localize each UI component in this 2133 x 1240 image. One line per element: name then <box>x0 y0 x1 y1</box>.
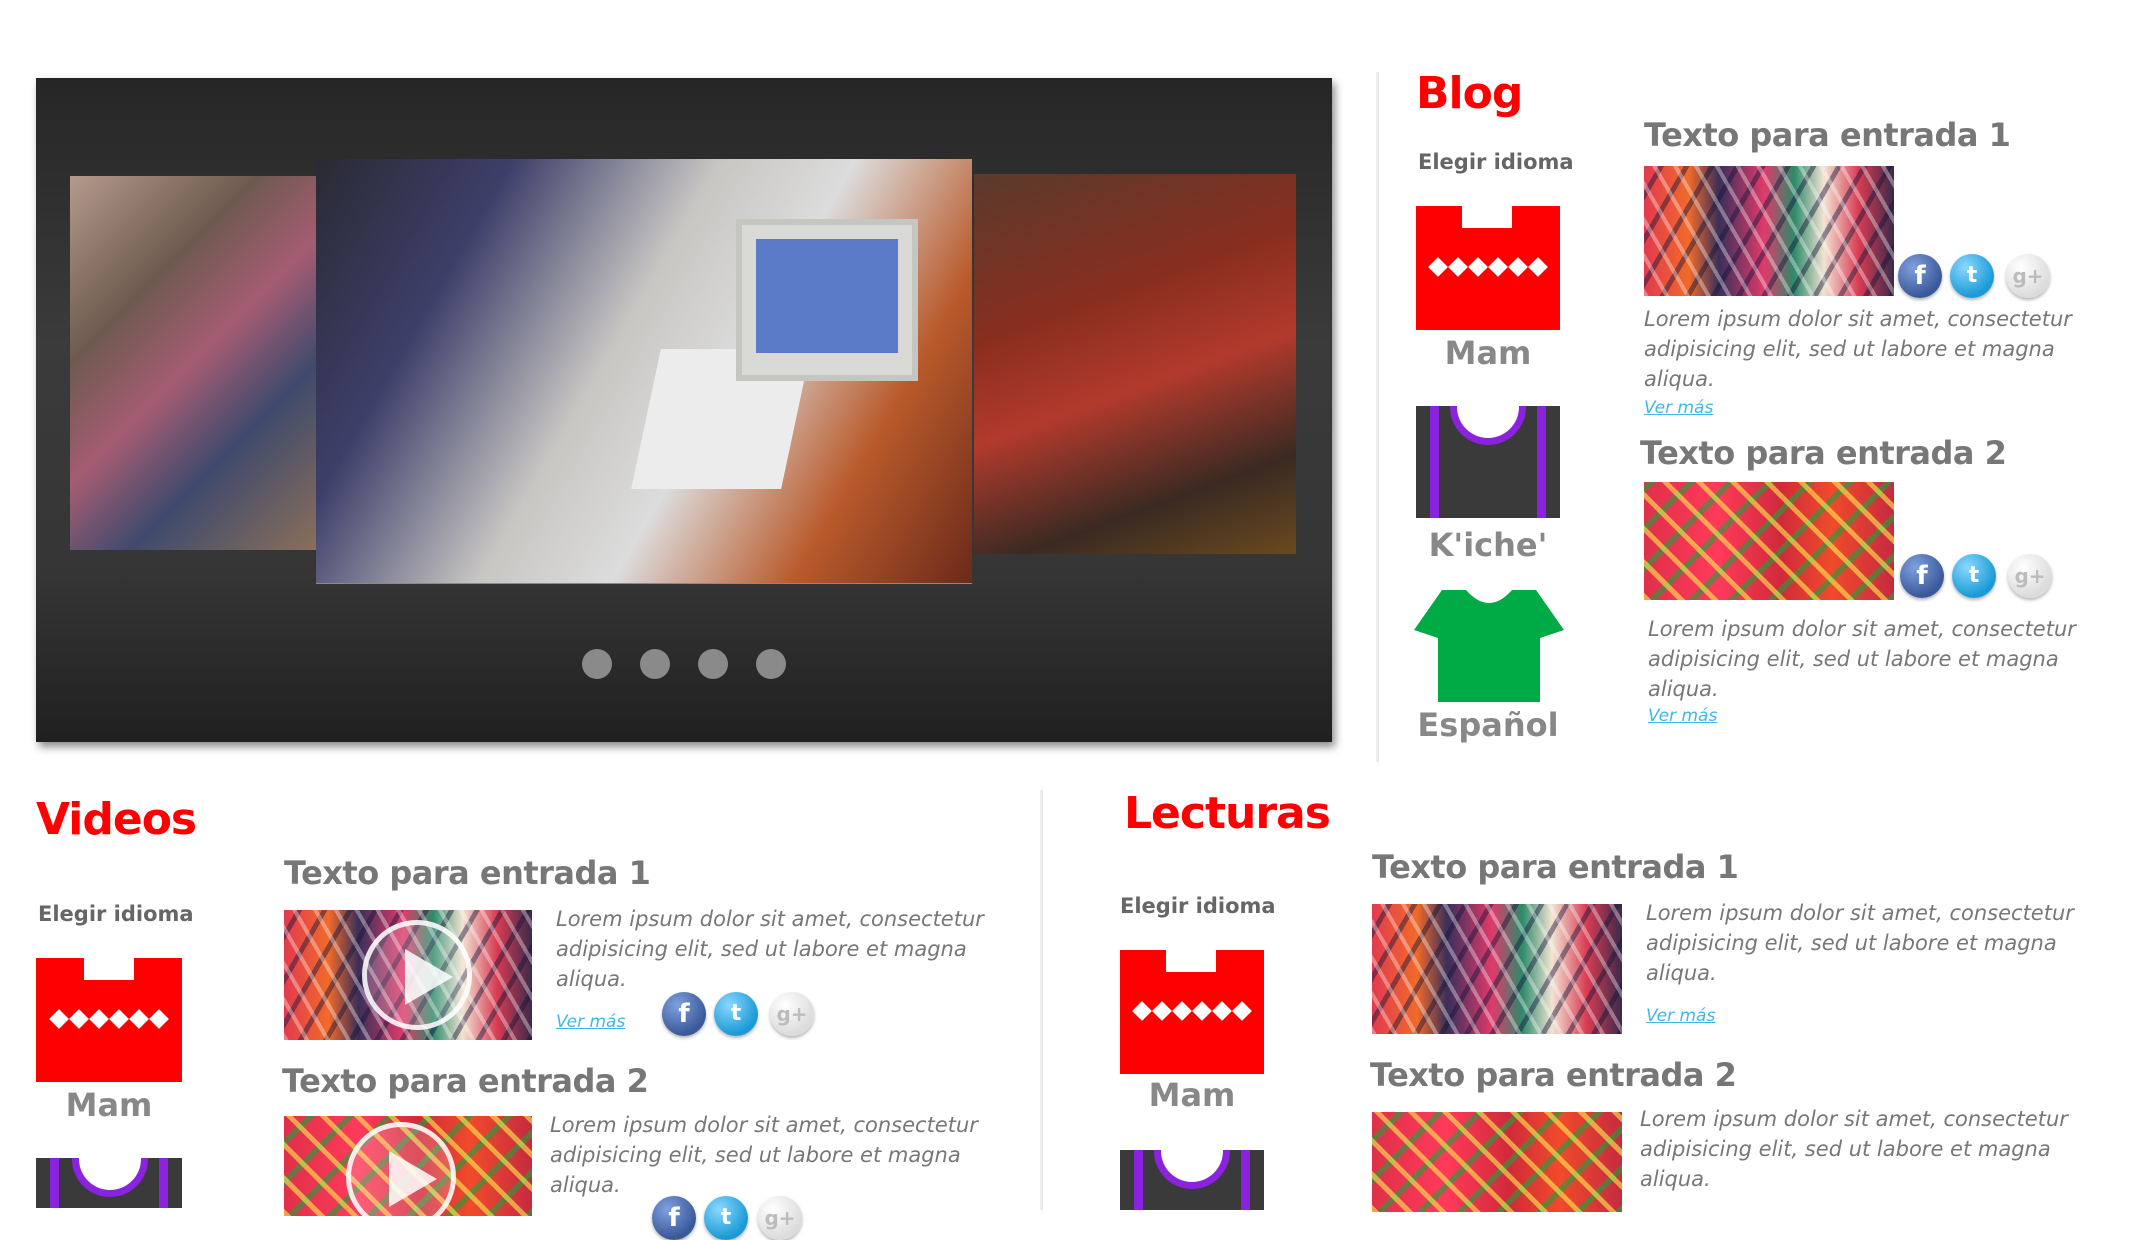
videos-title: Videos <box>36 794 197 845</box>
facebook-icon[interactable]: f <box>1898 254 1942 298</box>
videos-choose-language: Elegir idioma <box>38 902 194 926</box>
blog-entry-2-more-link[interactable]: Ver más <box>1648 706 1717 726</box>
lecturas-entry-1-text: Lorem ipsum dolor sit amet, consectetur … <box>1646 901 2074 985</box>
blog-entry-1-image[interactable] <box>1644 166 1894 296</box>
slider-dot-3[interactable] <box>698 649 728 679</box>
blog-entry-2-image[interactable] <box>1644 482 1894 600</box>
blog-entry-2-text: Lorem ipsum dolor sit amet, consectetur … <box>1648 617 2076 701</box>
lecturas-choose-language: Elegir idioma <box>1120 894 1276 918</box>
lang-label-espanol[interactable]: Español <box>1416 706 1560 744</box>
slider-dot-1[interactable] <box>582 649 612 679</box>
blog-entry-2-title[interactable]: Texto para entrada 2 <box>1640 434 2007 472</box>
videos-divider <box>1040 790 1043 1210</box>
play-icon[interactable] <box>362 920 472 1030</box>
lang-label-mam[interactable]: Mam <box>1416 334 1560 372</box>
blog-title: Blog <box>1416 68 1523 119</box>
lecturas-entry-2-title[interactable]: Texto para entrada 2 <box>1370 1056 1737 1094</box>
photo-monitor-shape <box>736 219 918 381</box>
kiche-shirt-icon[interactable] <box>1120 1150 1264 1210</box>
lecturas-entry-1-more-link[interactable]: Ver más <box>1646 1006 1715 1026</box>
blog-divider <box>1376 72 1379 762</box>
lecturas-entry-1-title[interactable]: Texto para entrada 1 <box>1372 848 1739 886</box>
espanol-shirt-icon[interactable] <box>1414 590 1564 702</box>
lang-label-mam[interactable]: Mam <box>1120 1076 1264 1114</box>
video-entry-2-text: Lorem ipsum dolor sit amet, consectetur … <box>550 1113 978 1197</box>
kiche-shirt-icon[interactable] <box>1416 406 1560 518</box>
video-entry-2-title[interactable]: Texto para entrada 2 <box>282 1062 649 1100</box>
blog-entry-1-text: Lorem ipsum dolor sit amet, consectetur … <box>1644 307 2072 391</box>
lecturas-title: Lecturas <box>1124 788 1331 839</box>
video-entry-1-text: Lorem ipsum dolor sit amet, consectetur … <box>556 907 984 991</box>
googleplus-icon[interactable]: g+ <box>758 1196 802 1240</box>
kiche-shirt-icon[interactable] <box>36 1158 182 1208</box>
blog-entry-1-more-link[interactable]: Ver más <box>1644 398 1713 418</box>
googleplus-icon[interactable]: g+ <box>2006 254 2050 298</box>
blog-entry-1-title[interactable]: Texto para entrada 1 <box>1644 116 2011 154</box>
video-entry-1-title[interactable]: Texto para entrada 1 <box>284 854 651 892</box>
slider-dot-2[interactable] <box>640 649 670 679</box>
twitter-icon[interactable]: t <box>714 992 758 1036</box>
lang-label-kiche[interactable]: K'iche' <box>1416 526 1560 564</box>
blog-choose-language: Elegir idioma <box>1418 150 1574 174</box>
mam-shirt-icon[interactable] <box>1120 950 1264 1074</box>
twitter-icon[interactable]: t <box>1952 554 1996 598</box>
lang-label-mam[interactable]: Mam <box>36 1086 182 1124</box>
slider-dot-4[interactable] <box>756 649 786 679</box>
video-entry-1-thumbnail[interactable] <box>284 910 532 1040</box>
video-entry-2-thumbnail[interactable] <box>284 1116 532 1216</box>
image-slider[interactable] <box>36 78 1332 742</box>
lecturas-entry-2-text: Lorem ipsum dolor sit amet, consectetur … <box>1640 1107 2068 1191</box>
facebook-icon[interactable]: f <box>652 1196 696 1240</box>
video-entry-1-more-link[interactable]: Ver más <box>556 1012 625 1032</box>
twitter-icon[interactable]: t <box>1950 254 1994 298</box>
lecturas-entry-1-image[interactable] <box>1372 904 1622 1034</box>
play-icon[interactable] <box>346 1122 456 1216</box>
twitter-icon[interactable]: t <box>704 1196 748 1240</box>
mam-shirt-icon[interactable] <box>1416 206 1560 330</box>
facebook-icon[interactable]: f <box>662 992 706 1036</box>
slider-photo-left[interactable] <box>70 176 316 550</box>
googleplus-icon[interactable]: g+ <box>2008 554 2052 598</box>
facebook-icon[interactable]: f <box>1900 554 1944 598</box>
slider-photo-right[interactable] <box>974 174 1296 554</box>
googleplus-icon[interactable]: g+ <box>770 992 814 1036</box>
slider-pagination <box>36 649 1332 683</box>
lecturas-entry-2-image[interactable] <box>1372 1112 1622 1212</box>
mam-shirt-icon[interactable] <box>36 958 182 1082</box>
slider-photo-main[interactable] <box>316 159 972 583</box>
